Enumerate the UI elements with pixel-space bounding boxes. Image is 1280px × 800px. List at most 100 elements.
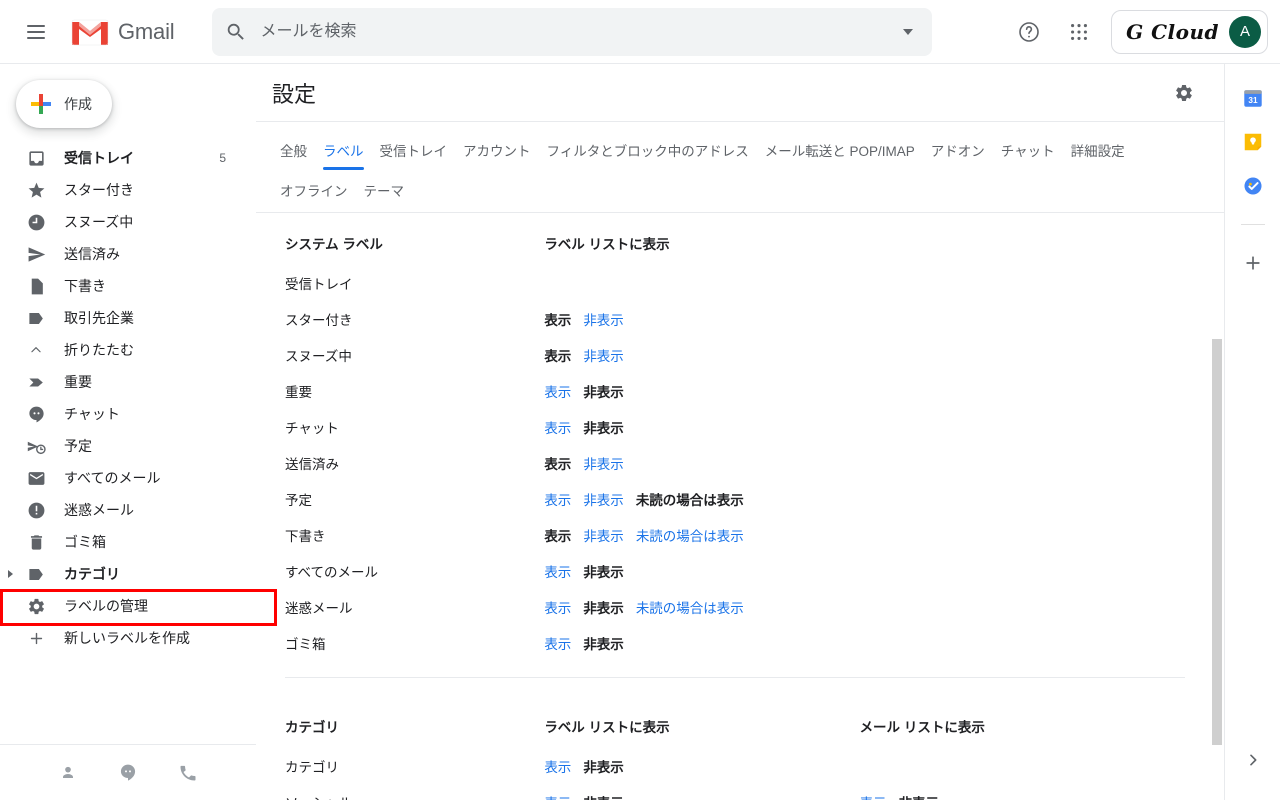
sidebar-item-categories[interactable]: カテゴリ (0, 558, 246, 590)
sidebar-nav-list: 受信トレイ 5 スター付き スヌーズ中 送信済み 下書き 取引先企業 折りたたむ… (0, 142, 256, 654)
sidebar: 作成 受信トレイ 5 スター付き スヌーズ中 送信済み 下書き 取引先企業 折り… (0, 64, 256, 800)
google-calendar-icon[interactable]: 31 (1241, 86, 1265, 110)
label-list-visibility-options: 表示非表示 (544, 445, 859, 481)
category-head-body: カテゴリ ラベル リストに表示 メール リストに表示 (285, 710, 1185, 748)
tab-themes[interactable]: テーマ (356, 172, 413, 212)
phone-icon[interactable] (176, 761, 200, 785)
tab-advanced[interactable]: 詳細設定 (1063, 132, 1133, 172)
important-marker-icon (26, 372, 46, 392)
gear-icon[interactable] (1168, 77, 1200, 109)
sidebar-item-all-mail[interactable]: すべてのメール (0, 462, 246, 494)
option-link[interactable]: 表示 (544, 561, 571, 581)
avatar[interactable]: A (1229, 15, 1261, 48)
tab-general[interactable]: 全般 (272, 132, 315, 172)
plus-icon (30, 93, 52, 115)
google-tasks-icon[interactable] (1241, 174, 1265, 198)
tab-chat[interactable]: チャット (993, 132, 1063, 172)
option-link[interactable]: 非表示 (583, 525, 624, 545)
gear-icon (26, 596, 46, 616)
account-chip[interactable]: G Cloud A (1111, 9, 1268, 54)
sidebar-item-trash[interactable]: ゴミ箱 (0, 526, 246, 558)
label-list-visibility-options: 表示 非表示 未読の場合は表示 (544, 517, 859, 553)
sidebar-item-collapse[interactable]: 折りたたむ (0, 334, 246, 366)
tab-offline[interactable]: オフライン (272, 172, 356, 212)
category-labels-body: カテゴリ表示非表示ソーシャル表示非表示表示非表示新着表示非表示表示非表示 (285, 748, 1185, 800)
sidebar-item-manage-labels[interactable]: ラベルの管理 (0, 590, 246, 622)
compose-button[interactable]: 作成 (16, 80, 112, 128)
tab-addons[interactable]: アドオン (923, 132, 993, 172)
expand-side-panel-chevron-right-icon[interactable] (1241, 748, 1265, 772)
sidebar-item-scheduled[interactable]: 予定 (0, 430, 246, 462)
label-name: 迷惑メール (285, 601, 353, 616)
contacts-person-icon[interactable] (56, 761, 80, 785)
label-name: 受信トレイ (285, 277, 353, 292)
gmail-wordmark: Gmail (118, 18, 175, 44)
search-input[interactable] (260, 8, 885, 55)
chevron-up-icon (26, 340, 46, 360)
sidebar-item-drafts[interactable]: 下書き (0, 270, 246, 302)
sidebar-item-create-new-label[interactable]: 新しいラベルを作成 (0, 622, 246, 654)
tab-inbox[interactable]: 受信トレイ (372, 132, 456, 172)
sidebar-item-chat[interactable]: チャット (0, 398, 246, 430)
option-link[interactable]: 表示 (544, 633, 571, 653)
option-link[interactable]: 表示 (544, 792, 571, 800)
tab-forwarding-pop-imap[interactable]: メール転送と POP/IMAP (757, 132, 923, 172)
sidebar-item-label: スター付き (64, 182, 134, 198)
add-app-plus-icon[interactable] (1241, 251, 1265, 275)
search-options-chevron-down-icon[interactable] (884, 8, 932, 56)
google-keep-icon[interactable] (1241, 130, 1265, 154)
sidebar-item-sent[interactable]: 送信済み (0, 238, 246, 270)
help-circle-icon[interactable] (1005, 8, 1053, 56)
sidebar-item-label: 送信済み (64, 246, 120, 262)
label-name: ソーシャル (285, 784, 544, 800)
option-link[interactable]: 表示 (544, 381, 571, 401)
sidebar-item-label: 下書き (64, 278, 106, 294)
option-link[interactable]: 非表示 (583, 309, 624, 329)
option-link[interactable]: 非表示 (583, 489, 624, 509)
sidebar-item-starred[interactable]: スター付き (0, 174, 246, 206)
option-link[interactable]: 表示 (544, 489, 571, 509)
apps-grid-icon[interactable] (1055, 8, 1103, 56)
scheduled-icon (26, 436, 46, 456)
sidebar-item-inbox[interactable]: 受信トレイ 5 (0, 142, 246, 174)
tab-filters-blocked[interactable]: フィルタとブロック中のアドレス (539, 132, 757, 172)
sidebar-item-label: ラベルの管理 (64, 598, 148, 614)
label-name: スター付き (285, 313, 353, 328)
option-link[interactable]: 表示 (544, 756, 571, 776)
sidebar-item-spam[interactable]: 迷惑メール (0, 494, 246, 526)
main-menu-icon[interactable] (12, 8, 60, 56)
label-list-visibility-options (544, 265, 859, 301)
gmail-brand[interactable]: Gmail (70, 17, 175, 47)
tab-labels[interactable]: ラベル (315, 132, 372, 172)
option-link[interactable]: 非表示 (583, 345, 624, 365)
label-list-visibility-options: 表示非表示 (544, 748, 859, 784)
sidebar-item-snoozed[interactable]: スヌーズ中 (0, 206, 246, 238)
message-list-visibility-options (860, 265, 1185, 301)
content-scrollbar[interactable] (1212, 339, 1222, 800)
search-bar[interactable] (212, 7, 933, 56)
sidebar-item-label: 迷惑メール (64, 502, 134, 518)
message-list-visibility-options (860, 517, 1185, 553)
scrollbar-thumb[interactable] (1212, 339, 1222, 745)
option-link[interactable]: 表示 (544, 597, 571, 617)
message-list-visibility-options (860, 409, 1185, 445)
option-selected: 非表示 (583, 792, 624, 800)
system-header-row: システム ラベル ラベル リストに表示 (285, 227, 1185, 265)
option-link[interactable]: 未読の場合は表示 (636, 525, 744, 545)
option-link[interactable]: 非表示 (583, 453, 624, 473)
sidebar-item-label: ゴミ箱 (64, 534, 106, 550)
option-selected: 非表示 (583, 385, 624, 400)
search-icon[interactable] (212, 8, 260, 56)
hangouts-chat-icon[interactable] (116, 761, 140, 785)
labels-table-head: システム ラベル ラベル リストに表示 (285, 227, 1185, 265)
sidebar-item-business-partners[interactable]: 取引先企業 (0, 302, 246, 334)
option-link[interactable]: 表示 (544, 417, 571, 437)
table-row: スヌーズ中 表示 非表示 (285, 337, 1185, 373)
sidebar-item-important[interactable]: 重要 (0, 366, 246, 398)
tab-accounts[interactable]: アカウント (455, 132, 539, 172)
all-mail-icon (26, 468, 46, 488)
option-link[interactable]: 未読の場合は表示 (636, 597, 744, 617)
expand-arrow-icon[interactable] (8, 570, 13, 578)
inbox-icon (26, 148, 46, 168)
option-link[interactable]: 表示 (860, 792, 887, 800)
